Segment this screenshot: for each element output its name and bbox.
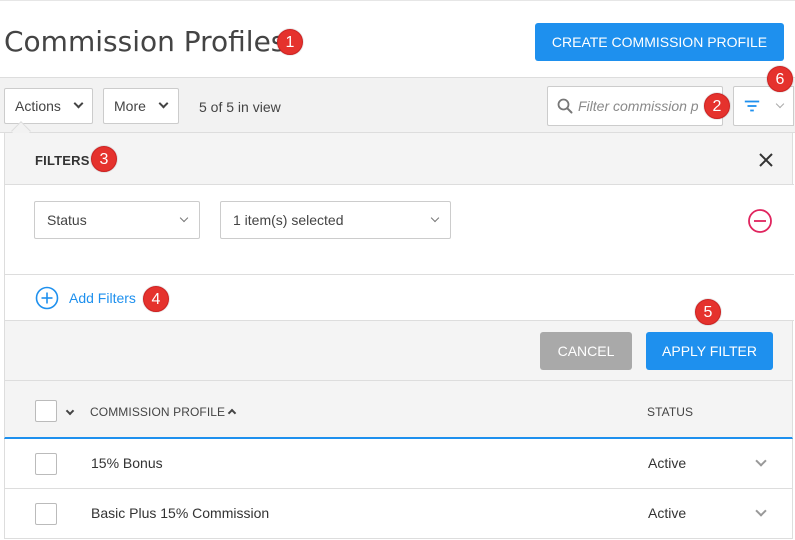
table-row[interactable]: Basic Plus 15% Commission Active [4,489,793,539]
chevron-down-icon[interactable] [755,455,767,467]
add-filters-link[interactable]: Add Filters [69,290,136,306]
column-commission-profile[interactable]: COMMISSION PROFILE [90,405,225,419]
chevron-down-icon [158,98,169,109]
table-header: COMMISSION PROFILE STATUS [4,381,793,439]
select-all-checkbox[interactable] [35,400,57,422]
filters-header: FILTERS [5,133,794,185]
row-checkbox[interactable] [35,503,57,525]
toolbar: Actions More 5 of 5 in view [0,77,795,141]
create-commission-profile-button[interactable]: CREATE COMMISSION PROFILE [535,23,784,61]
filter-search-input[interactable] [578,95,718,117]
callout-badge-2: 2 [704,93,730,119]
callout-badge-5: 5 [695,299,721,325]
chevron-down-icon [775,99,785,109]
search-box [547,86,723,126]
add-filters-row: Add Filters [5,275,794,321]
filter-rows: Status 1 item(s) selected [5,185,794,275]
page-header: Commission Profiles CREATE COMMISSION PR… [0,1,795,77]
add-circle-icon[interactable] [35,286,59,310]
sort-up-icon[interactable] [227,408,237,418]
filter-value-select[interactable]: 1 item(s) selected [220,201,451,239]
callout-badge-4: 4 [143,286,169,312]
more-label: More [114,98,146,114]
row-checkbox[interactable] [35,453,57,475]
callout-badge-1: 1 [277,29,303,55]
actions-label: Actions [15,98,61,114]
profile-status: Active [648,455,687,471]
cancel-button[interactable]: CANCEL [540,332,632,370]
remove-circle-icon[interactable] [747,208,773,234]
chevron-down-icon[interactable] [755,505,767,517]
profile-name[interactable]: 15% Bonus [91,455,163,471]
chevron-down-icon [73,98,84,109]
apply-filter-button[interactable]: APPLY FILTER [646,332,773,370]
chevron-down-icon [179,213,189,223]
profile-status: Active [648,505,687,521]
view-count: 5 of 5 in view [199,99,281,115]
profile-name[interactable]: Basic Plus 15% Commission [91,505,269,521]
filter-field-value: Status [47,212,87,228]
commission-profiles-table: COMMISSION PROFILE STATUS 15% Bonus Acti… [4,381,793,540]
page-title: Commission Profiles [4,25,286,58]
search-icon [557,98,573,114]
callout-badge-6: 6 [767,66,793,92]
filter-value-text: 1 item(s) selected [233,212,344,228]
filter-field-select[interactable]: Status [34,201,200,239]
filters-title: FILTERS [35,153,90,168]
callout-badge-3: 3 [91,146,117,172]
actions-dropdown[interactable]: Actions [4,88,93,124]
filter-options-dropdown[interactable] [770,86,794,126]
filters-panel: FILTERS Status 1 item(s) selected Add Fi… [4,133,794,381]
column-status[interactable]: STATUS [647,405,693,419]
chevron-down-icon [430,213,440,223]
more-dropdown[interactable]: More [103,88,179,124]
close-icon[interactable] [757,151,775,169]
table-row[interactable]: 15% Bonus Active [4,439,793,489]
filter-toggle-button[interactable] [733,86,771,126]
chevron-down-icon[interactable] [65,406,75,416]
filter-icon [744,100,760,112]
